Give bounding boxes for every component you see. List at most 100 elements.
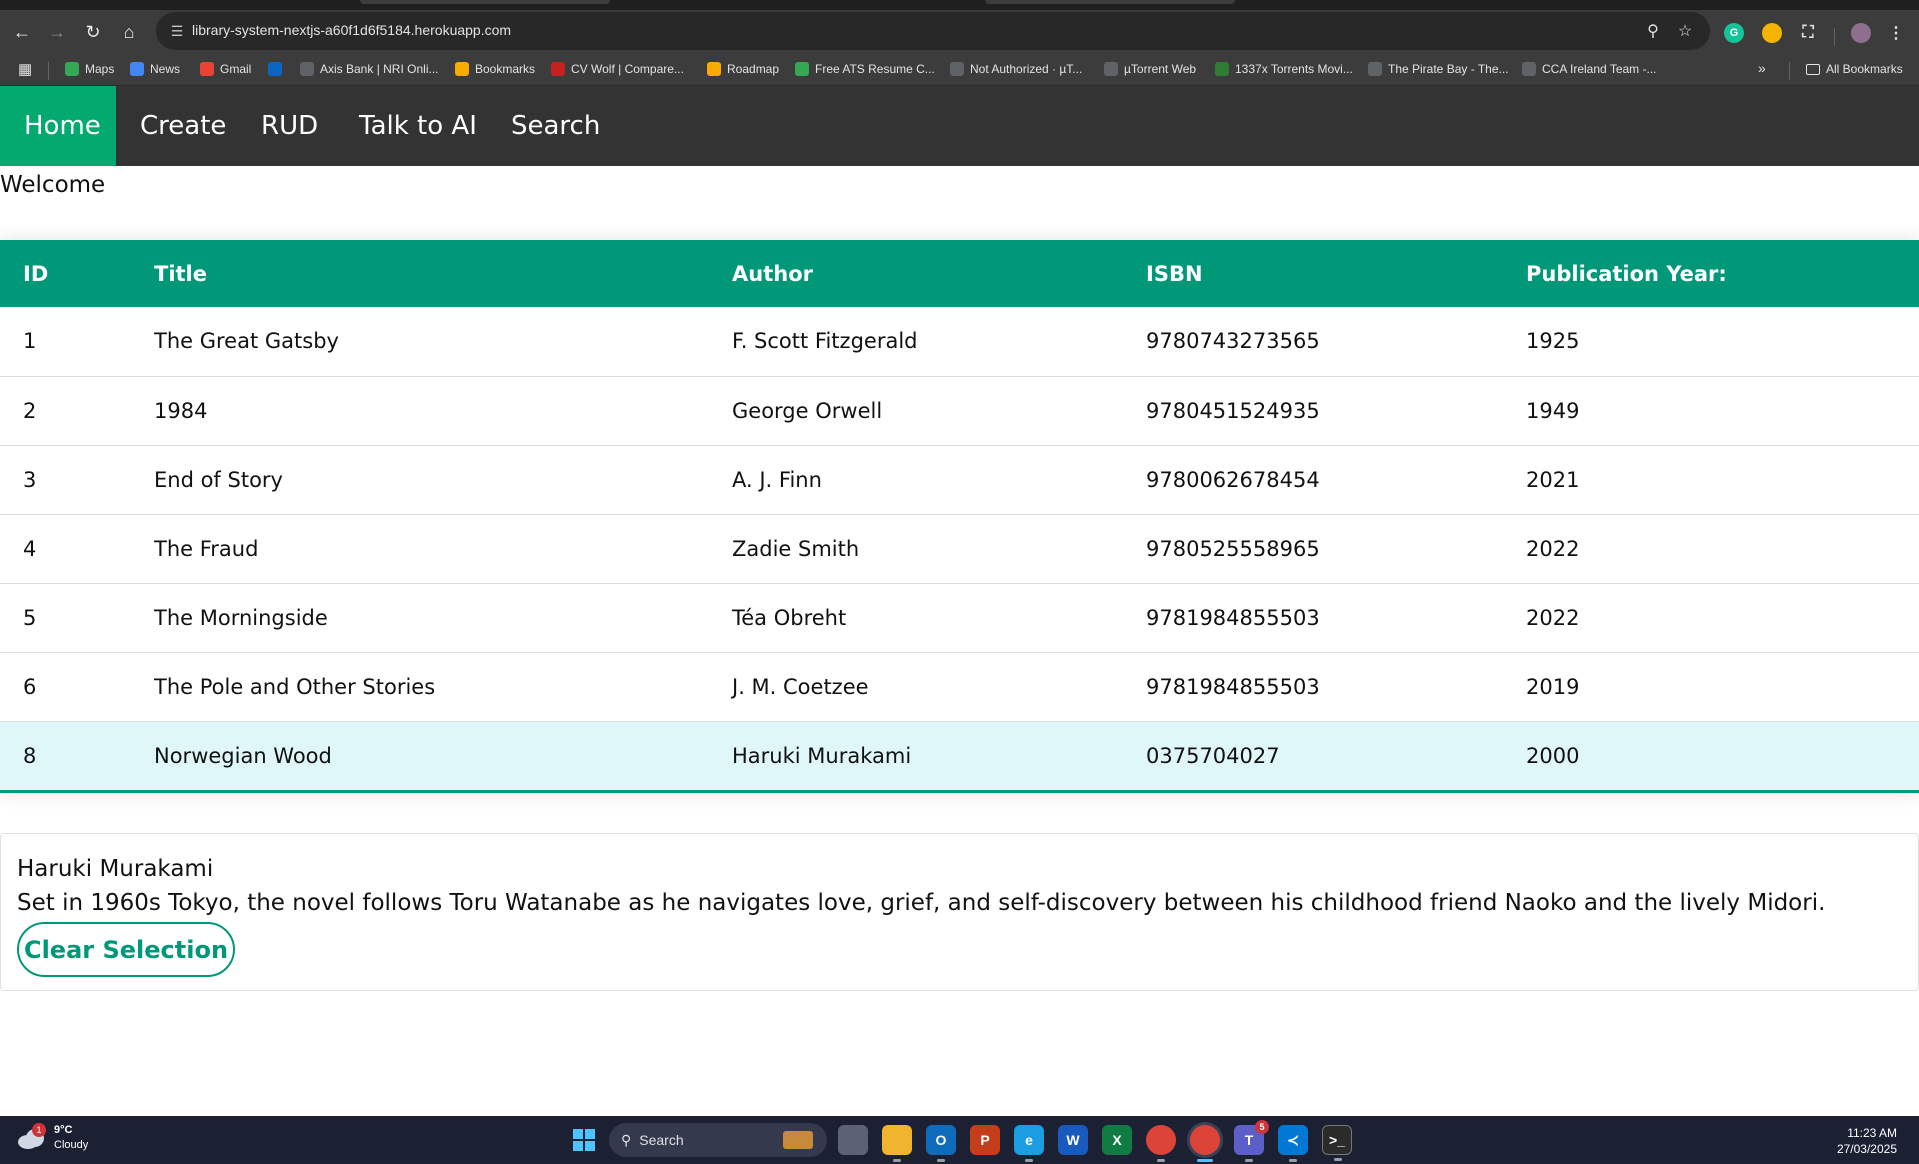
chrome-icon[interactable] xyxy=(1146,1125,1176,1162)
welcome-heading: Welcome xyxy=(0,172,106,198)
globe-icon xyxy=(950,62,964,76)
windows-start-icon[interactable] xyxy=(573,1129,595,1151)
bookmarks-icon xyxy=(455,62,469,76)
bookmark-item[interactable]: CV Wolf | Compare... xyxy=(551,62,684,76)
bookmark-label: Bookmarks xyxy=(475,62,536,76)
back-arrow-icon[interactable]: ← xyxy=(6,16,38,48)
weather-widget[interactable]: 1 9°C Cloudy xyxy=(18,1123,88,1153)
browser-menu-icon[interactable]: ⋮ xyxy=(1886,23,1906,43)
cell-author: Zadie Smith xyxy=(709,514,1123,584)
nav-rud[interactable]: RUD xyxy=(237,86,342,166)
weather-condition: Cloudy xyxy=(54,1139,89,1151)
cell-author: Téa Obreht xyxy=(709,583,1123,653)
browser-tab[interactable] xyxy=(985,0,1235,4)
globe-icon xyxy=(1522,62,1536,76)
cell-publication-year: 1925 xyxy=(1503,307,1919,377)
home-icon[interactable]: ⌂ xyxy=(113,16,145,48)
extensions-puzzle-icon[interactable]: ⛶ xyxy=(1798,23,1818,43)
maps-icon xyxy=(65,62,79,76)
site-info-icon[interactable]: ☰ xyxy=(168,22,186,40)
table-row[interactable]: 1 The Great Gatsby F. Scott Fitzgerald 9780… xyxy=(0,307,1919,377)
powerpoint-icon[interactable]: P xyxy=(970,1125,1000,1155)
vscode-icon[interactable]: ≺ xyxy=(1278,1125,1308,1162)
zoom-icon[interactable]: ⚲ xyxy=(1642,20,1664,42)
piratebay-icon xyxy=(1368,62,1382,76)
cell-title: The Morningside xyxy=(131,583,709,653)
bookmark-item[interactable]: Maps xyxy=(65,62,114,76)
cell-title: Norwegian Wood xyxy=(154,743,332,768)
bookmark-item[interactable]: The Pirate Bay - The... xyxy=(1368,62,1509,76)
nav-create[interactable]: Create xyxy=(116,86,250,166)
word-icon[interactable]: W xyxy=(1058,1125,1088,1155)
table-row[interactable]: 4 The Fraud Zadie Smith 9780525558965 2022 xyxy=(0,514,1919,584)
table-row[interactable]: 5 The Morningside Téa Obreht 9781984855503 2… xyxy=(0,583,1919,653)
news-icon xyxy=(130,62,144,76)
cell-publication-year: 2019 xyxy=(1503,652,1919,722)
cell-isbn: 9780451524935 xyxy=(1123,376,1503,446)
books-table-container: ID Title Author ISBN Publication Year: 1… xyxy=(0,240,1919,793)
table-row[interactable]: 2 1984 George Orwell 9780451524935 1949 xyxy=(0,376,1919,446)
bookmark-item[interactable]: Not Authorized · µT... xyxy=(950,62,1082,76)
cell-publication-year: 2000 xyxy=(1526,743,1580,768)
apps-grid-icon[interactable]: ▦ xyxy=(18,60,32,78)
bookmark-label: µTorrent Web xyxy=(1124,62,1197,76)
globe-icon xyxy=(300,62,314,76)
cell-isbn: 9780525558965 xyxy=(1123,514,1503,584)
bookmark-item[interactable]: Gmail xyxy=(200,62,251,76)
bookmark-item[interactable]: Roadmap xyxy=(707,62,779,76)
file-explorer-icon[interactable] xyxy=(882,1125,912,1162)
forward-arrow-icon[interactable]: → xyxy=(41,16,73,48)
cell-title: The Great Gatsby xyxy=(131,307,709,377)
clear-selection-button[interactable]: Clear Selection xyxy=(17,922,235,977)
chrome-active-icon[interactable] xyxy=(1190,1125,1220,1162)
table-row[interactable]: 6 The Pole and Other Stories J. M. Coetzee… xyxy=(0,652,1919,722)
browser-tab-strip xyxy=(0,0,1919,10)
cell-author: A. J. Finn xyxy=(709,445,1123,515)
bookmarks-overflow-chevron-icon[interactable]: » xyxy=(1758,60,1766,76)
nav-home[interactable]: Home xyxy=(0,86,116,166)
cell-id: 5 xyxy=(0,583,131,653)
bookmark-item[interactable]: Axis Bank | NRI Onli... xyxy=(300,62,438,76)
bookmark-item[interactable]: CCA Ireland Team -... xyxy=(1522,62,1657,76)
weather-badge: 1 xyxy=(32,1123,46,1137)
outlook-icon[interactable]: O xyxy=(926,1125,956,1162)
address-url[interactable]: library-system-nextjs-a60f1d6f5184.herok… xyxy=(192,22,511,38)
detail-author: Haruki Murakami xyxy=(17,856,214,882)
address-bar[interactable]: ☰ library-system-nextjs-a60f1d6f5184.her… xyxy=(156,12,1710,50)
profile-avatar[interactable] xyxy=(1851,23,1871,43)
cell-id: 3 xyxy=(0,445,131,515)
bookmark-label: Axis Bank | NRI Onli... xyxy=(320,62,439,76)
task-view-icon[interactable] xyxy=(838,1125,868,1155)
bookmarks-divider xyxy=(48,62,49,80)
system-clock[interactable]: 11:23 AM 27/03/2025 xyxy=(1837,1125,1897,1157)
teams-icon[interactable]: T5 xyxy=(1234,1120,1269,1162)
teams-badge: 5 xyxy=(1255,1120,1269,1134)
extension-icon[interactable] xyxy=(1762,23,1782,43)
excel-icon[interactable]: X xyxy=(1102,1125,1132,1155)
table-row[interactable]: 8 Norwegian Wood Haruki Murakami 0375704027… xyxy=(0,721,1919,790)
bookmark-star-icon[interactable]: ☆ xyxy=(1674,20,1696,42)
bookmark-item[interactable]: News xyxy=(130,62,180,76)
bookmark-item[interactable]: Free ATS Resume C... xyxy=(795,62,935,76)
nav-talk-to-ai[interactable]: Talk to AI xyxy=(335,86,501,166)
taskbar-search[interactable]: ⚲ Search xyxy=(609,1123,827,1157)
column-header-title: Title xyxy=(154,261,208,286)
bookmark-item[interactable]: µTorrent Web xyxy=(1104,62,1196,76)
bookmark-item[interactable] xyxy=(268,62,282,76)
bookmark-label: CV Wolf | Compare... xyxy=(571,62,684,76)
reload-icon[interactable]: ↻ xyxy=(77,16,109,48)
cell-id: 1 xyxy=(0,307,131,377)
cell-publication-year: 2022 xyxy=(1503,583,1919,653)
edge-icon[interactable]: e xyxy=(1014,1125,1044,1162)
nav-search[interactable]: Search xyxy=(487,86,624,166)
all-bookmarks-folder[interactable]: All Bookmarks xyxy=(1806,62,1903,76)
table-row[interactable]: 3 End of Story A. J. Finn 9780062678454 2021 xyxy=(0,445,1919,515)
grammarly-extension-icon[interactable]: G xyxy=(1724,23,1744,43)
bookmark-label: CCA Ireland Team -... xyxy=(1542,62,1657,76)
bookmark-item[interactable]: Bookmarks xyxy=(455,62,535,76)
bookmark-item[interactable]: 1337x Torrents Movi... xyxy=(1215,62,1353,76)
cell-isbn: 9781984855503 xyxy=(1123,583,1503,653)
browser-tab[interactable] xyxy=(360,0,610,4)
cell-author: George Orwell xyxy=(709,376,1123,446)
terminal-icon[interactable]: >_ xyxy=(1322,1125,1352,1161)
